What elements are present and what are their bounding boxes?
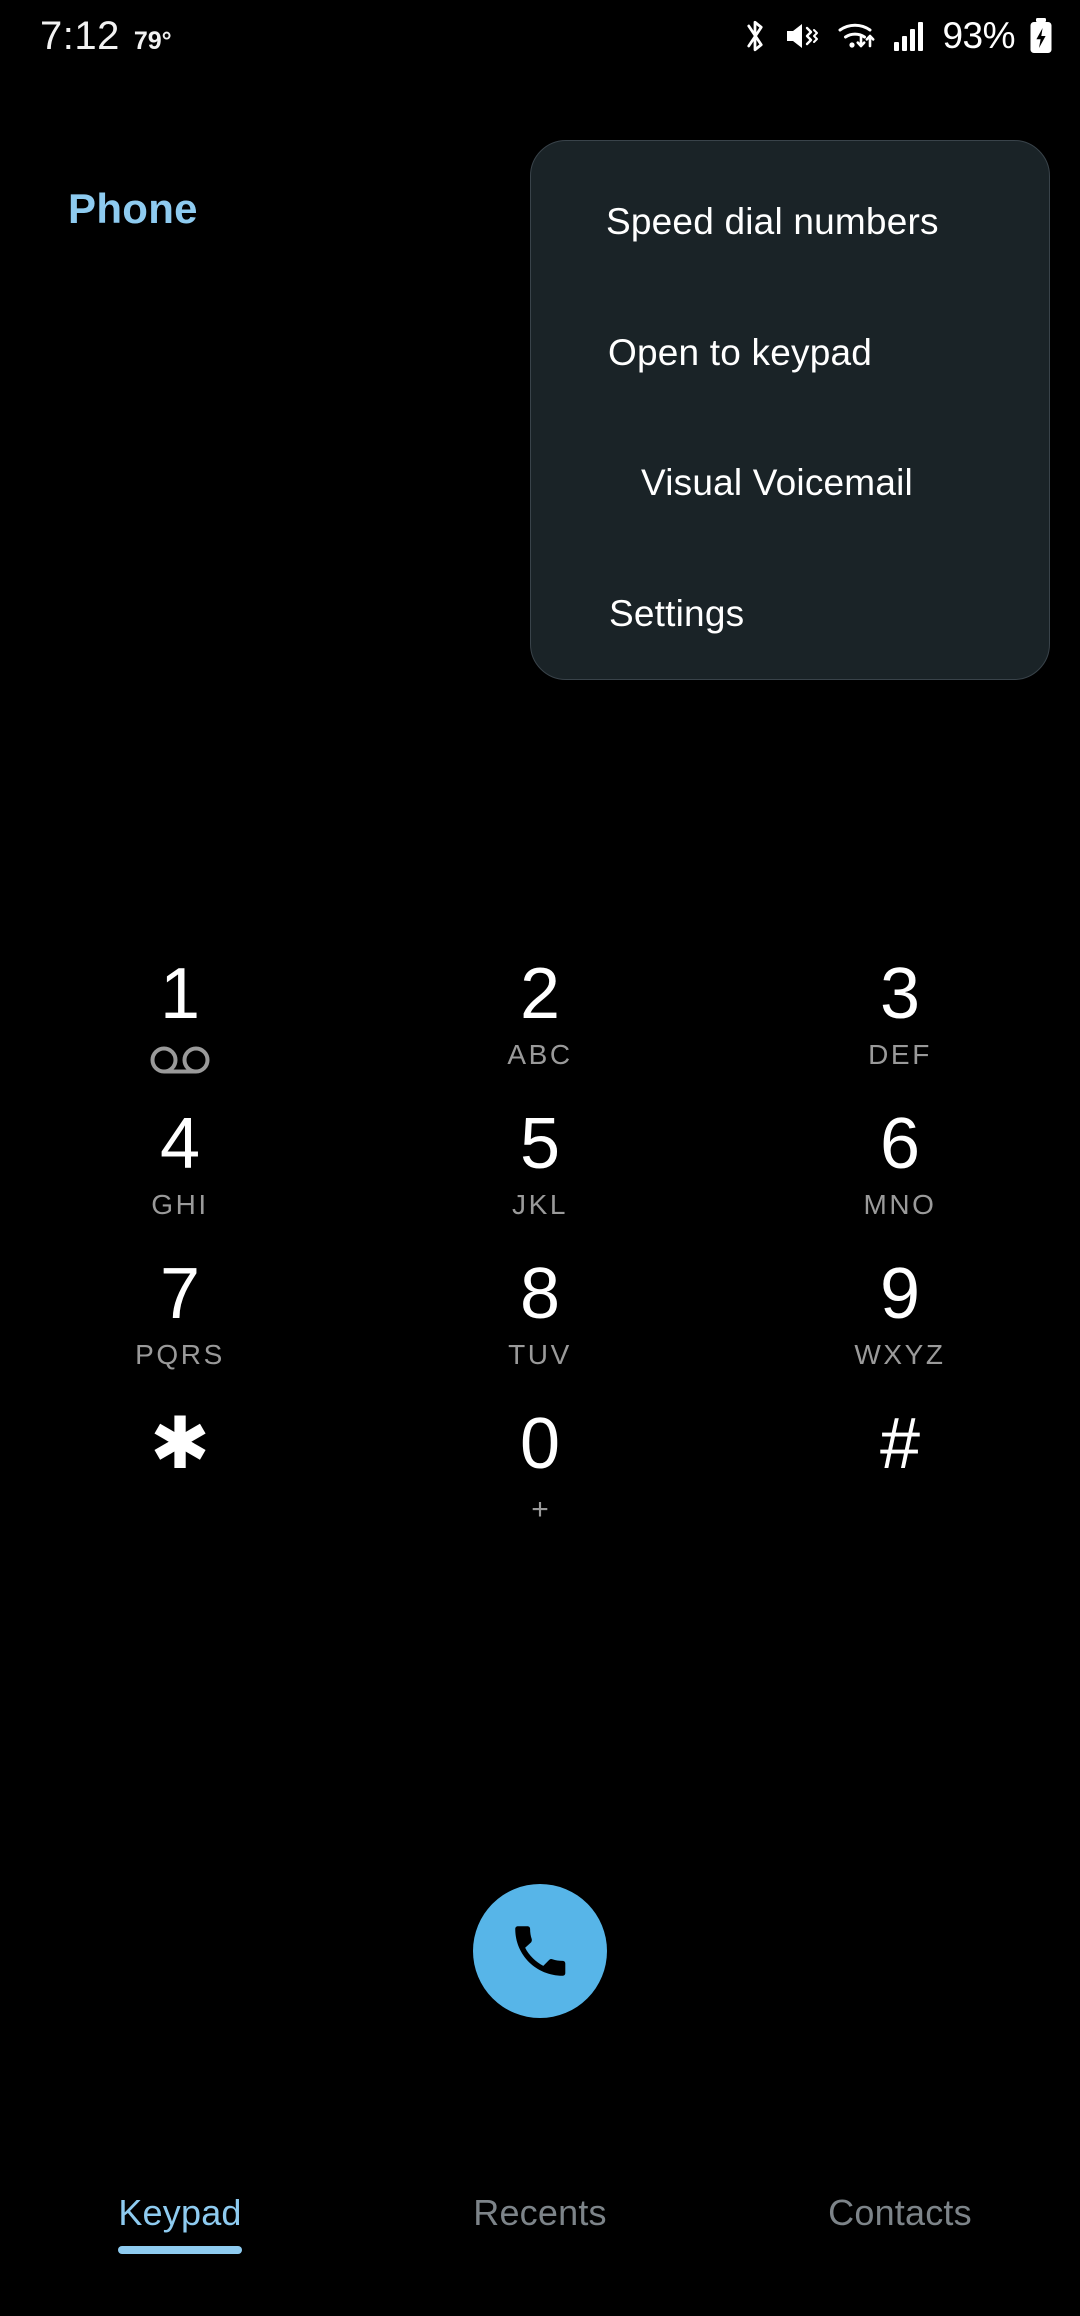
key-0-plus: +: [531, 1493, 549, 1526]
bluetooth-icon: [747, 20, 764, 52]
key-6[interactable]: 6 MNO: [720, 1105, 1080, 1255]
key-5-digit: 5: [519, 1104, 561, 1184]
tab-keypad-indicator: [118, 2246, 242, 2254]
key-0[interactable]: 0 +: [360, 1405, 720, 1555]
tab-keypad-label: Keypad: [118, 2192, 242, 2233]
status-temperature: 79°: [133, 26, 172, 55]
tab-contacts[interactable]: Contacts: [720, 2192, 1080, 2254]
key-6-letters: MNO: [863, 1189, 937, 1220]
wifi-data-icon: [838, 23, 875, 48]
key-0-digit: 0: [519, 1404, 561, 1484]
dialpad: 1 2 ABC 3 DEF 4 GHI 5 JKL 6 MNO 7 PQRS 8…: [0, 955, 1080, 1555]
key-8[interactable]: 8 TUV: [360, 1255, 720, 1405]
tab-contacts-label: Contacts: [828, 2192, 972, 2233]
key-9[interactable]: 9 WXYZ: [720, 1255, 1080, 1405]
key-9-digit: 9: [879, 1254, 921, 1334]
key-5-letters: JKL: [511, 1189, 569, 1220]
key-4[interactable]: 4 GHI: [0, 1105, 360, 1255]
key-4-letters: GHI: [151, 1189, 209, 1220]
tab-recents[interactable]: Recents: [360, 2192, 720, 2254]
menu-item-open-to-keypad[interactable]: Open to keypad: [531, 288, 1049, 419]
phone-handset-icon: [515, 1926, 566, 1976]
key-1-digit: 1: [159, 954, 201, 1034]
menu-item-settings[interactable]: Settings: [531, 549, 1049, 680]
pound-icon: #: [879, 1404, 921, 1484]
key-6-digit: 6: [879, 1104, 921, 1184]
key-5[interactable]: 5 JKL: [360, 1105, 720, 1255]
overflow-menu: Speed dial numbers Open to keypad Visual…: [530, 140, 1050, 680]
battery-charging-icon: [1030, 18, 1052, 53]
battery-percentage: 93%: [942, 15, 1015, 56]
key-7-letters: PQRS: [135, 1339, 225, 1370]
bottom-tab-bar: Keypad Recents Contacts: [0, 2166, 1080, 2316]
key-8-digit: 8: [519, 1254, 561, 1334]
key-9-letters: WXYZ: [854, 1339, 946, 1370]
asterisk-icon: ✱: [149, 1404, 211, 1484]
key-2-digit: 2: [519, 954, 561, 1034]
key-2-letters: ABC: [507, 1039, 573, 1070]
key-2[interactable]: 2 ABC: [360, 955, 720, 1105]
phone-dialer-screen: 7:12 79° 93% Phone Speed dial numbers Op…: [0, 0, 1080, 2316]
menu-item-speed-dial-numbers[interactable]: Speed dial numbers: [531, 157, 1049, 288]
key-3-letters: DEF: [868, 1039, 932, 1070]
key-7[interactable]: 7 PQRS: [0, 1255, 360, 1405]
key-3[interactable]: 3 DEF: [720, 955, 1080, 1105]
key-pound[interactable]: #: [720, 1405, 1080, 1555]
key-star[interactable]: ✱: [0, 1405, 360, 1555]
sound-mute-vibrate-icon: [787, 24, 819, 48]
status-bar-right: 93%: [740, 15, 1054, 57]
key-3-digit: 3: [879, 954, 921, 1034]
key-7-digit: 7: [159, 1254, 201, 1334]
menu-item-visual-voicemail[interactable]: Visual Voicemail: [531, 418, 1049, 549]
voicemail-icon: [150, 1046, 210, 1074]
tab-recents-label: Recents: [473, 2192, 607, 2233]
status-bar-left: 7:12 79°: [40, 14, 172, 59]
key-8-letters: TUV: [508, 1339, 572, 1370]
status-bar: 7:12 79° 93%: [0, 0, 1080, 72]
cellular-signal-icon: [894, 22, 924, 51]
tab-keypad[interactable]: Keypad: [0, 2192, 360, 2254]
call-button[interactable]: [473, 1884, 607, 2018]
key-1[interactable]: 1: [0, 955, 360, 1105]
page-title: Phone: [68, 185, 198, 232]
key-4-digit: 4: [159, 1104, 201, 1184]
status-clock: 7:12: [40, 13, 120, 58]
